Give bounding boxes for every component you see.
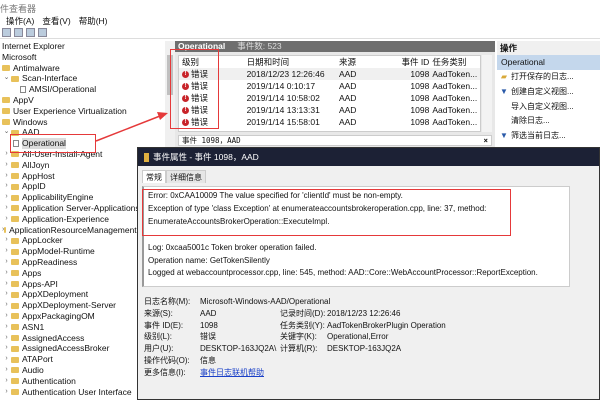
annotation-arrow <box>95 112 168 142</box>
